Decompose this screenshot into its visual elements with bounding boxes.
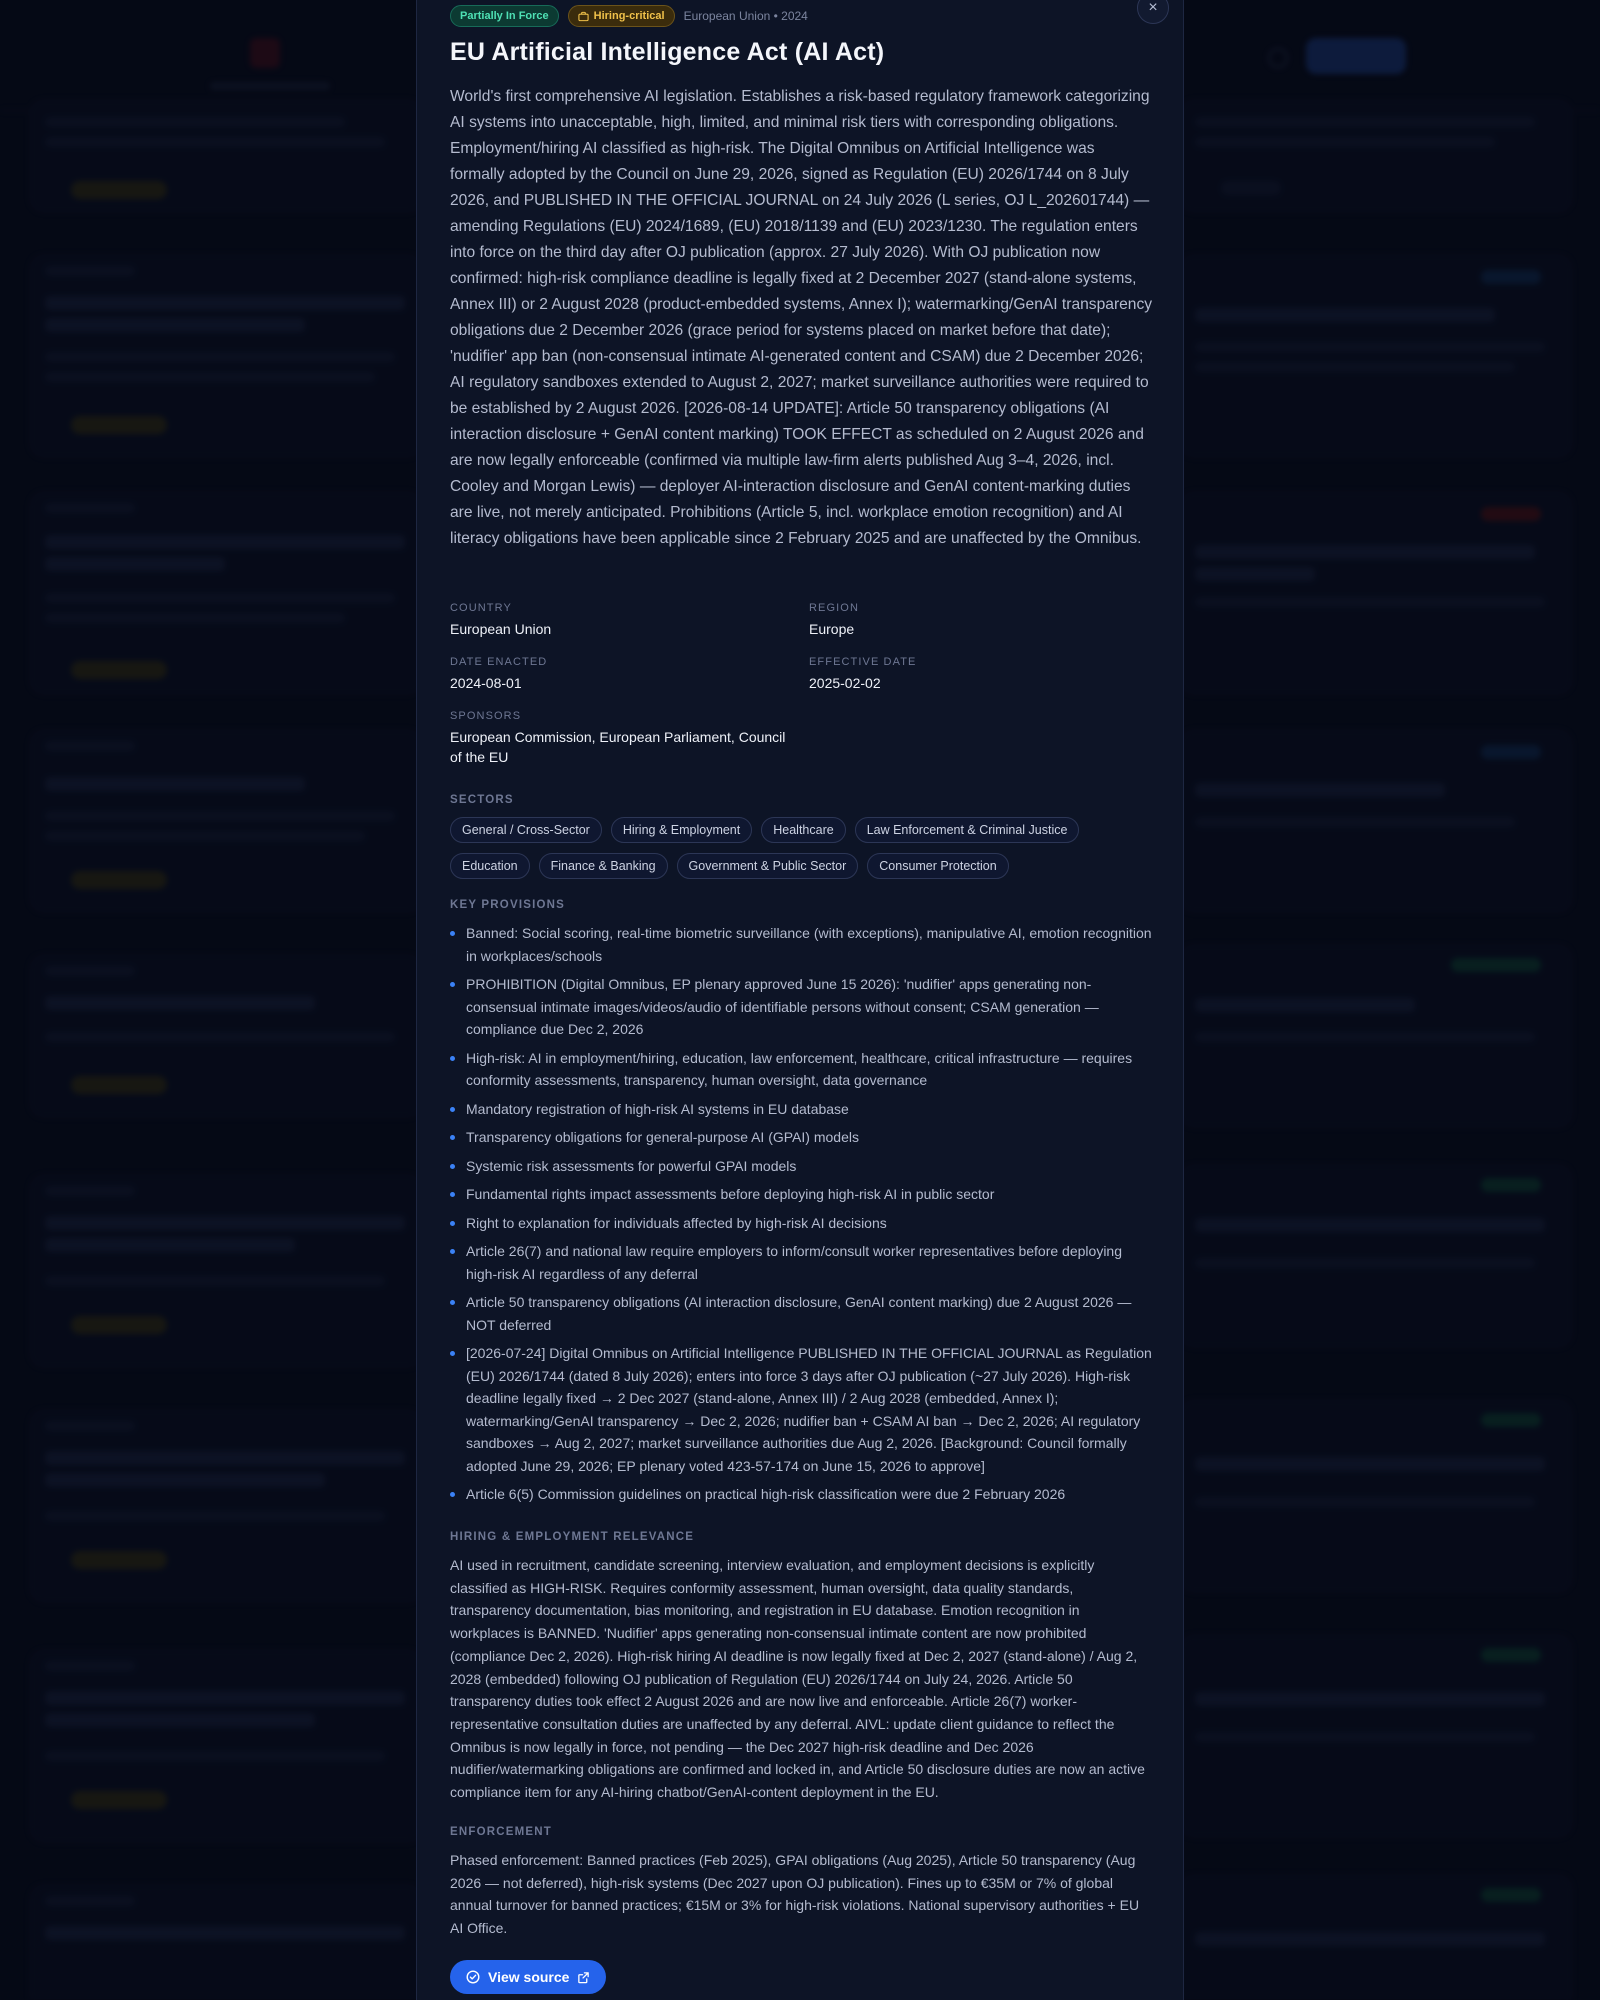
law-description: World's first comprehensive AI legislati… [450, 88, 1153, 547]
close-icon: × [1148, 0, 1158, 16]
hiring-critical-badge: Hiring-critical [567, 5, 675, 27]
bullet-icon [450, 1135, 455, 1140]
external-link-icon [578, 1971, 590, 1983]
sector-chip: Government & Public Sector [676, 853, 859, 879]
provision-item: Right to explanation for individuals aff… [450, 1212, 1153, 1235]
hiring-badge-label: Hiring-critical [593, 10, 665, 22]
enforcement-text: Phased enforcement: Banned practices (Fe… [450, 1852, 1140, 1937]
provision-item: Banned: Social scoring, real-time biomet… [450, 922, 1153, 967]
provision-text: Systemic risk assessments for powerful G… [466, 1157, 797, 1174]
provision-item: PROHIBITION (Digital Omnibus, EP plenary… [450, 973, 1153, 1041]
field-label: Region [809, 602, 859, 614]
provision-text: Article 50 transparency obligations (AI … [466, 1294, 1132, 1333]
field-date-enacted: Date Enacted 2024-08-01 [450, 656, 790, 693]
bullet-icon [450, 931, 455, 936]
bullet-icon [450, 1220, 455, 1226]
field-label: Country [450, 602, 512, 614]
provision-item: [2026-07-24] Digital Omnibus on Artifici… [450, 1342, 1153, 1477]
bullet-icon [450, 1492, 455, 1497]
sector-chip: Healthcare [761, 817, 846, 843]
sectors-heading: Sectors [450, 794, 514, 806]
provision-text: Fundamental rights impact assessments be… [466, 1186, 995, 1202]
bullet-icon [450, 1106, 455, 1112]
provision-text: Mandatory registration of high-risk AI s… [466, 1100, 849, 1117]
provision-item: Article 26(7) and national law require e… [450, 1240, 1153, 1285]
field-effective-date: Effective Date 2025-02-02 [809, 656, 1149, 693]
bullet-icon [450, 1351, 455, 1356]
bullet-icon [450, 1163, 455, 1169]
bullet-icon [450, 982, 455, 987]
bullet-icon [450, 1249, 455, 1254]
sector-chip: General / Cross-Sector [450, 817, 602, 843]
close-button[interactable]: × [1137, 0, 1169, 24]
sector-chip: Education [450, 853, 530, 879]
provision-item: Article 6(5) Commission guidelines on pr… [450, 1483, 1153, 1506]
provision-text: Right to explanation for individuals aff… [466, 1214, 887, 1231]
view-source-label: View source [488, 1969, 570, 1985]
provision-text: Banned: Social scoring, real-time biomet… [466, 925, 1152, 964]
field-value: 2025-02-02 [809, 675, 881, 691]
provision-item: Article 50 transparency obligations (AI … [450, 1291, 1153, 1336]
key-provisions-list: Banned: Social scoring, real-time biomet… [450, 922, 1153, 1512]
field-value: European Commission, European Parliament… [450, 729, 786, 765]
provision-item: Systemic risk assessments for powerful G… [450, 1155, 1153, 1178]
field-value: European Union [450, 621, 552, 637]
key-provisions-heading: Key Provisions [450, 899, 566, 911]
view-source-button[interactable]: View source [450, 1960, 607, 1994]
field-label: Sponsors [450, 710, 522, 722]
hiring-relevance-heading: Hiring & Employment Relevance [450, 1531, 695, 1543]
provision-item: Mandatory registration of high-risk AI s… [450, 1098, 1153, 1121]
enforcement-heading: Enforcement [450, 1826, 553, 1838]
law-title: EU Artificial Intelligence Act (AI Act) [450, 38, 885, 66]
field-label: Effective Date [809, 656, 917, 668]
field-region: Region Europe [809, 602, 1149, 639]
sector-chips: General / Cross-Sector Hiring & Employme… [450, 817, 1166, 879]
provision-text: Article 26(7) and national law require e… [466, 1243, 1122, 1282]
provision-item: Transparency obligations for general-pur… [450, 1126, 1153, 1149]
provision-item: Fundamental rights impact assessments be… [450, 1183, 1153, 1206]
field-value: 2024-08-01 [450, 675, 522, 691]
sector-chip: Finance & Banking [538, 853, 668, 879]
provision-text: [2026-07-24] Digital Omnibus on Artifici… [466, 1345, 1152, 1474]
hiring-relevance-text: AI used in recruitment, candidate screen… [450, 1557, 1145, 1801]
field-country: Country European Union [450, 602, 790, 639]
bullet-icon [450, 1192, 455, 1197]
badge-row: Partially In Force Hiring-critical Europ… [450, 5, 808, 27]
status-badge: Partially In Force [450, 5, 559, 27]
law-detail-modal: × Partially In Force Hiring-critical Eur… [416, 0, 1184, 2000]
field-value: Europe [809, 621, 855, 637]
sector-chip: Law Enforcement & Criminal Justice [854, 817, 1080, 843]
provision-text: PROHIBITION (Digital Omnibus, EP plenary… [466, 976, 1099, 1037]
provision-text: High-risk: AI in employment/hiring, educ… [466, 1049, 1133, 1089]
bullet-icon [450, 1300, 455, 1305]
check-circle-icon [466, 1970, 480, 1984]
field-label: Date Enacted [450, 656, 548, 668]
field-sponsors: Sponsors European Commission, European P… [450, 710, 790, 767]
sector-chip: Hiring & Employment [610, 817, 753, 843]
briefcase-icon [578, 11, 589, 21]
provision-text: Transparency obligations for general-pur… [466, 1129, 859, 1145]
provision-text: Article 6(5) Commission guidelines on pr… [466, 1486, 1066, 1502]
jurisdiction-year: European Union • 2024 [683, 9, 808, 23]
bullet-icon [450, 1055, 455, 1061]
sector-chip: Consumer Protection [867, 853, 1009, 879]
provision-item: High-risk: AI in employment/hiring, educ… [450, 1047, 1153, 1092]
